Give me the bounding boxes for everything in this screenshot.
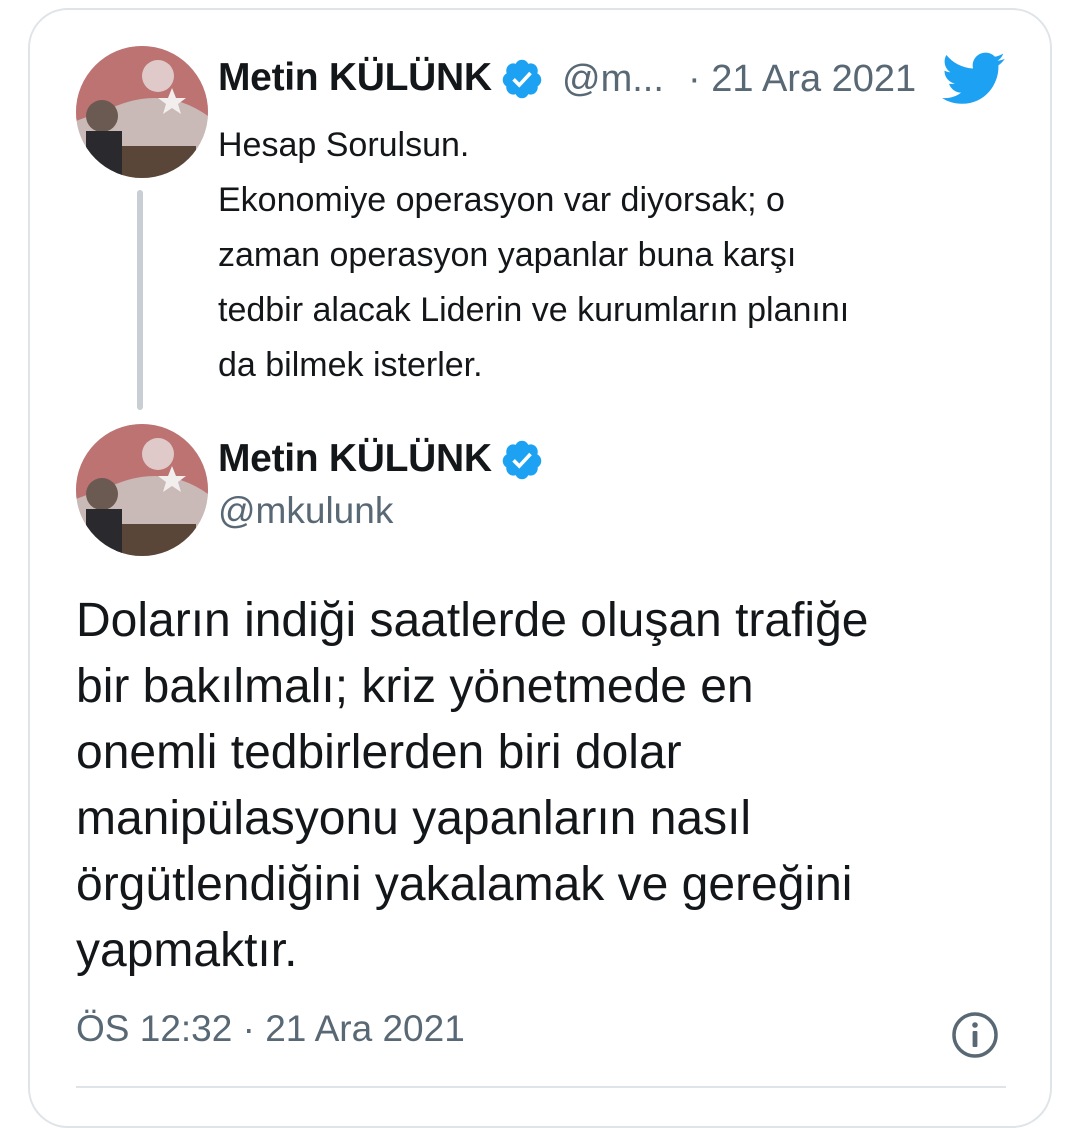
quoted-author-name[interactable]: Metin KÜLÜNK <box>218 56 492 100</box>
quoted-text-line: da bilmek isterler. <box>218 346 483 384</box>
quoted-handle[interactable]: @m... <box>562 58 664 101</box>
twitter-bird-icon[interactable] <box>942 52 1006 106</box>
main-text-line: onemli tedbirlerden biri dolar <box>76 726 682 779</box>
info-icon[interactable] <box>950 1010 1000 1060</box>
main-text-line: örgütlendiğini yakalamak ve gereğini <box>76 858 853 911</box>
main-tweet-text: Doların indiği saatlerde oluşan trafiğe … <box>76 588 1026 984</box>
tweet-timestamp[interactable]: ÖS 12:32 · 21 Ara 2021 <box>76 1008 465 1050</box>
main-handle[interactable]: @mkulunk <box>218 490 393 532</box>
verified-badge-icon <box>502 440 542 480</box>
quoted-text-line: Hesap Sorulsun. <box>218 126 470 164</box>
avatar-main[interactable] <box>76 424 208 556</box>
quoted-tweet-text: Hesap Sorulsun. Ekonomiye operasyon var … <box>218 118 1008 393</box>
main-text-line: bir bakılmalı; kriz yönetmede en <box>76 660 754 713</box>
quoted-text-line: tedbir alacak Liderin ve kurumların plan… <box>218 291 850 329</box>
main-text-line: yapmaktır. <box>76 924 298 977</box>
verified-badge-icon <box>502 59 542 99</box>
main-author-name[interactable]: Metin KÜLÜNK <box>218 437 492 481</box>
divider <box>76 1086 1006 1088</box>
main-text-line: Doların indiği saatlerde oluşan trafiğe <box>76 594 869 647</box>
quoted-text-line: zaman operasyon yapanlar buna karşı <box>218 236 797 274</box>
main-text-line: manipülasyonu yapanların nasıl <box>76 792 752 845</box>
avatar-quoted[interactable] <box>76 46 208 178</box>
quoted-date[interactable]: · 21 Ara 2021 <box>688 58 916 101</box>
thread-connector-line <box>137 190 143 410</box>
quoted-text-line: Ekonomiye operasyon var diyorsak; o <box>218 181 785 219</box>
